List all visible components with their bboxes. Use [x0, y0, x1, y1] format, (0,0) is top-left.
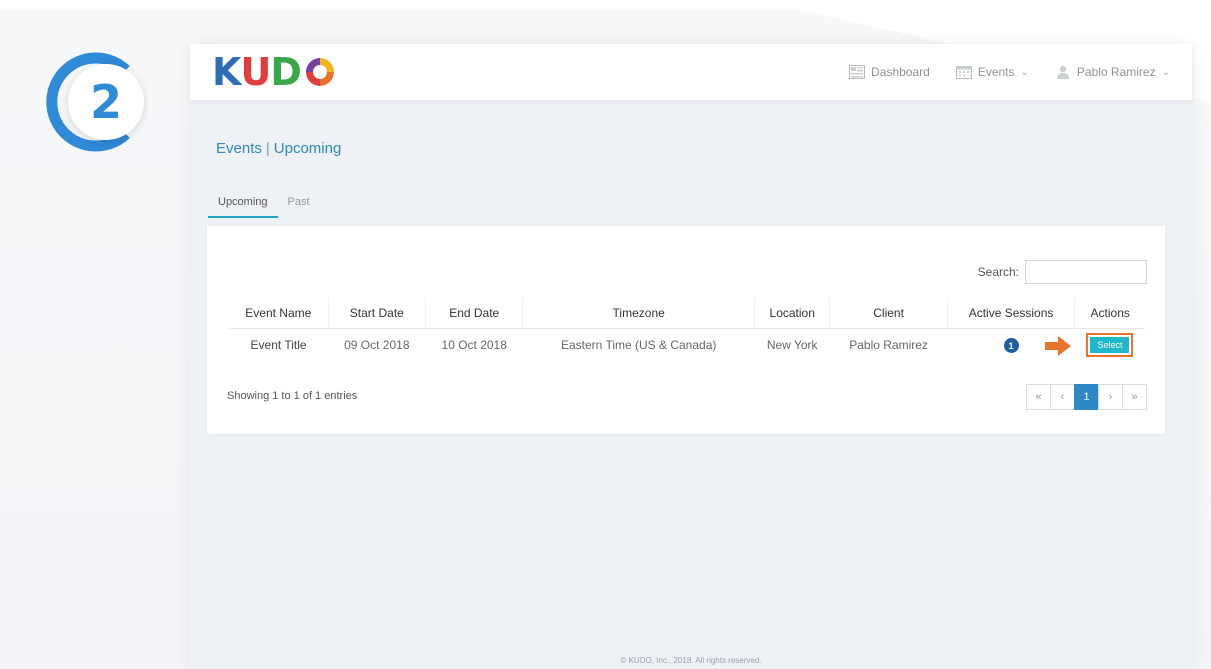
calendar-icon	[955, 66, 972, 79]
column-header-event-name[interactable]: Event Name	[229, 298, 329, 329]
nav-events[interactable]: Events ⌄	[955, 65, 1029, 79]
tab-past[interactable]: Past	[278, 190, 320, 218]
nav-user-menu[interactable]: Pablo Ramirez ⌄	[1055, 65, 1170, 79]
entries-summary: Showing 1 to 1 of 1 entries	[227, 390, 358, 402]
nav-dashboard-label: Dashboard	[871, 65, 930, 79]
search-input[interactable]	[1025, 260, 1147, 284]
top-navigation: Dashboard Events ⌄ Pablo Ramirez ⌄	[849, 65, 1170, 79]
breadcrumb-separator: |	[265, 140, 270, 157]
cell-event-name: Event Title	[250, 338, 307, 353]
column-header-end-date[interactable]: End Date	[425, 298, 523, 329]
chevron-down-icon: ⌄	[1161, 66, 1170, 78]
logo-letter-u: U	[240, 50, 271, 94]
footer-copyright: © KUDO, Inc., 2018. All rights reserved.	[620, 656, 762, 665]
cell-actions: Select	[1044, 328, 1145, 362]
event-tabs: Upcoming Past	[208, 190, 320, 218]
select-button[interactable]: Select	[1090, 337, 1130, 354]
nav-dashboard[interactable]: Dashboard	[849, 65, 930, 79]
tab-upcoming[interactable]: Upcoming	[208, 190, 278, 218]
nav-user-label: Pablo Ramirez	[1076, 65, 1156, 79]
step-number-badge: 2	[40, 48, 148, 156]
table-row: Event Title 09 Oct 2018 10 Oct 2018 East…	[229, 328, 1145, 362]
column-header-active-sessions[interactable]: Active Sessions	[946, 298, 1075, 329]
search-row: Search:	[978, 260, 1147, 284]
page-last-button[interactable]: »	[1122, 384, 1147, 410]
column-header-start-date[interactable]: Start Date	[327, 298, 426, 329]
events-table: Event Name Start Date End Date Timezone …	[229, 298, 1145, 362]
page-current-button[interactable]: 1	[1074, 384, 1099, 410]
page-first-button[interactable]: «	[1026, 384, 1051, 410]
cell-client: Pablo Ramirez	[849, 338, 928, 353]
cell-timezone: Eastern Time (US & Canada)	[560, 338, 717, 353]
breadcrumb-section[interactable]: Events	[216, 140, 262, 157]
pagination: « ‹ 1 › »	[1026, 384, 1147, 410]
column-header-actions: Actions	[1074, 298, 1145, 329]
search-label: Search:	[977, 265, 1019, 279]
arrow-right-icon	[1044, 335, 1071, 356]
app-window: KUD Dashboard Events ⌄ Pablo Ramirez ⌄ E…	[190, 44, 1192, 669]
page-next-button[interactable]: ›	[1098, 384, 1123, 410]
cell-location: New York	[766, 338, 818, 353]
logo-letter-k: K	[212, 50, 241, 94]
active-sessions-badge: 1	[1003, 338, 1019, 353]
breadcrumb: Events | Upcoming	[216, 140, 341, 157]
logo-o-icon	[305, 58, 334, 86]
cell-end-date: 10 Oct 2018	[441, 338, 507, 353]
dashboard-icon	[849, 65, 866, 79]
chevron-down-icon: ⌄	[1020, 66, 1029, 78]
top-bar: KUD Dashboard Events ⌄ Pablo Ramirez ⌄	[190, 44, 1192, 100]
table-header-row: Event Name Start Date End Date Timezone …	[229, 298, 1145, 329]
kudo-logo[interactable]: KUD	[212, 50, 337, 94]
page-prev-button[interactable]: ‹	[1050, 384, 1075, 410]
select-highlight: Select	[1086, 333, 1134, 358]
nav-events-label: Events	[977, 65, 1015, 79]
step-number: 2	[90, 75, 122, 129]
breadcrumb-page: Upcoming	[273, 140, 342, 157]
column-header-location[interactable]: Location	[753, 298, 830, 329]
events-panel: Search: Event Name Start Date End Date T…	[207, 226, 1165, 434]
logo-letter-d: D	[270, 50, 302, 94]
user-icon	[1056, 65, 1069, 79]
cell-start-date: 09 Oct 2018	[344, 338, 410, 353]
column-header-client[interactable]: Client	[829, 298, 948, 329]
column-header-timezone[interactable]: Timezone	[522, 298, 755, 329]
